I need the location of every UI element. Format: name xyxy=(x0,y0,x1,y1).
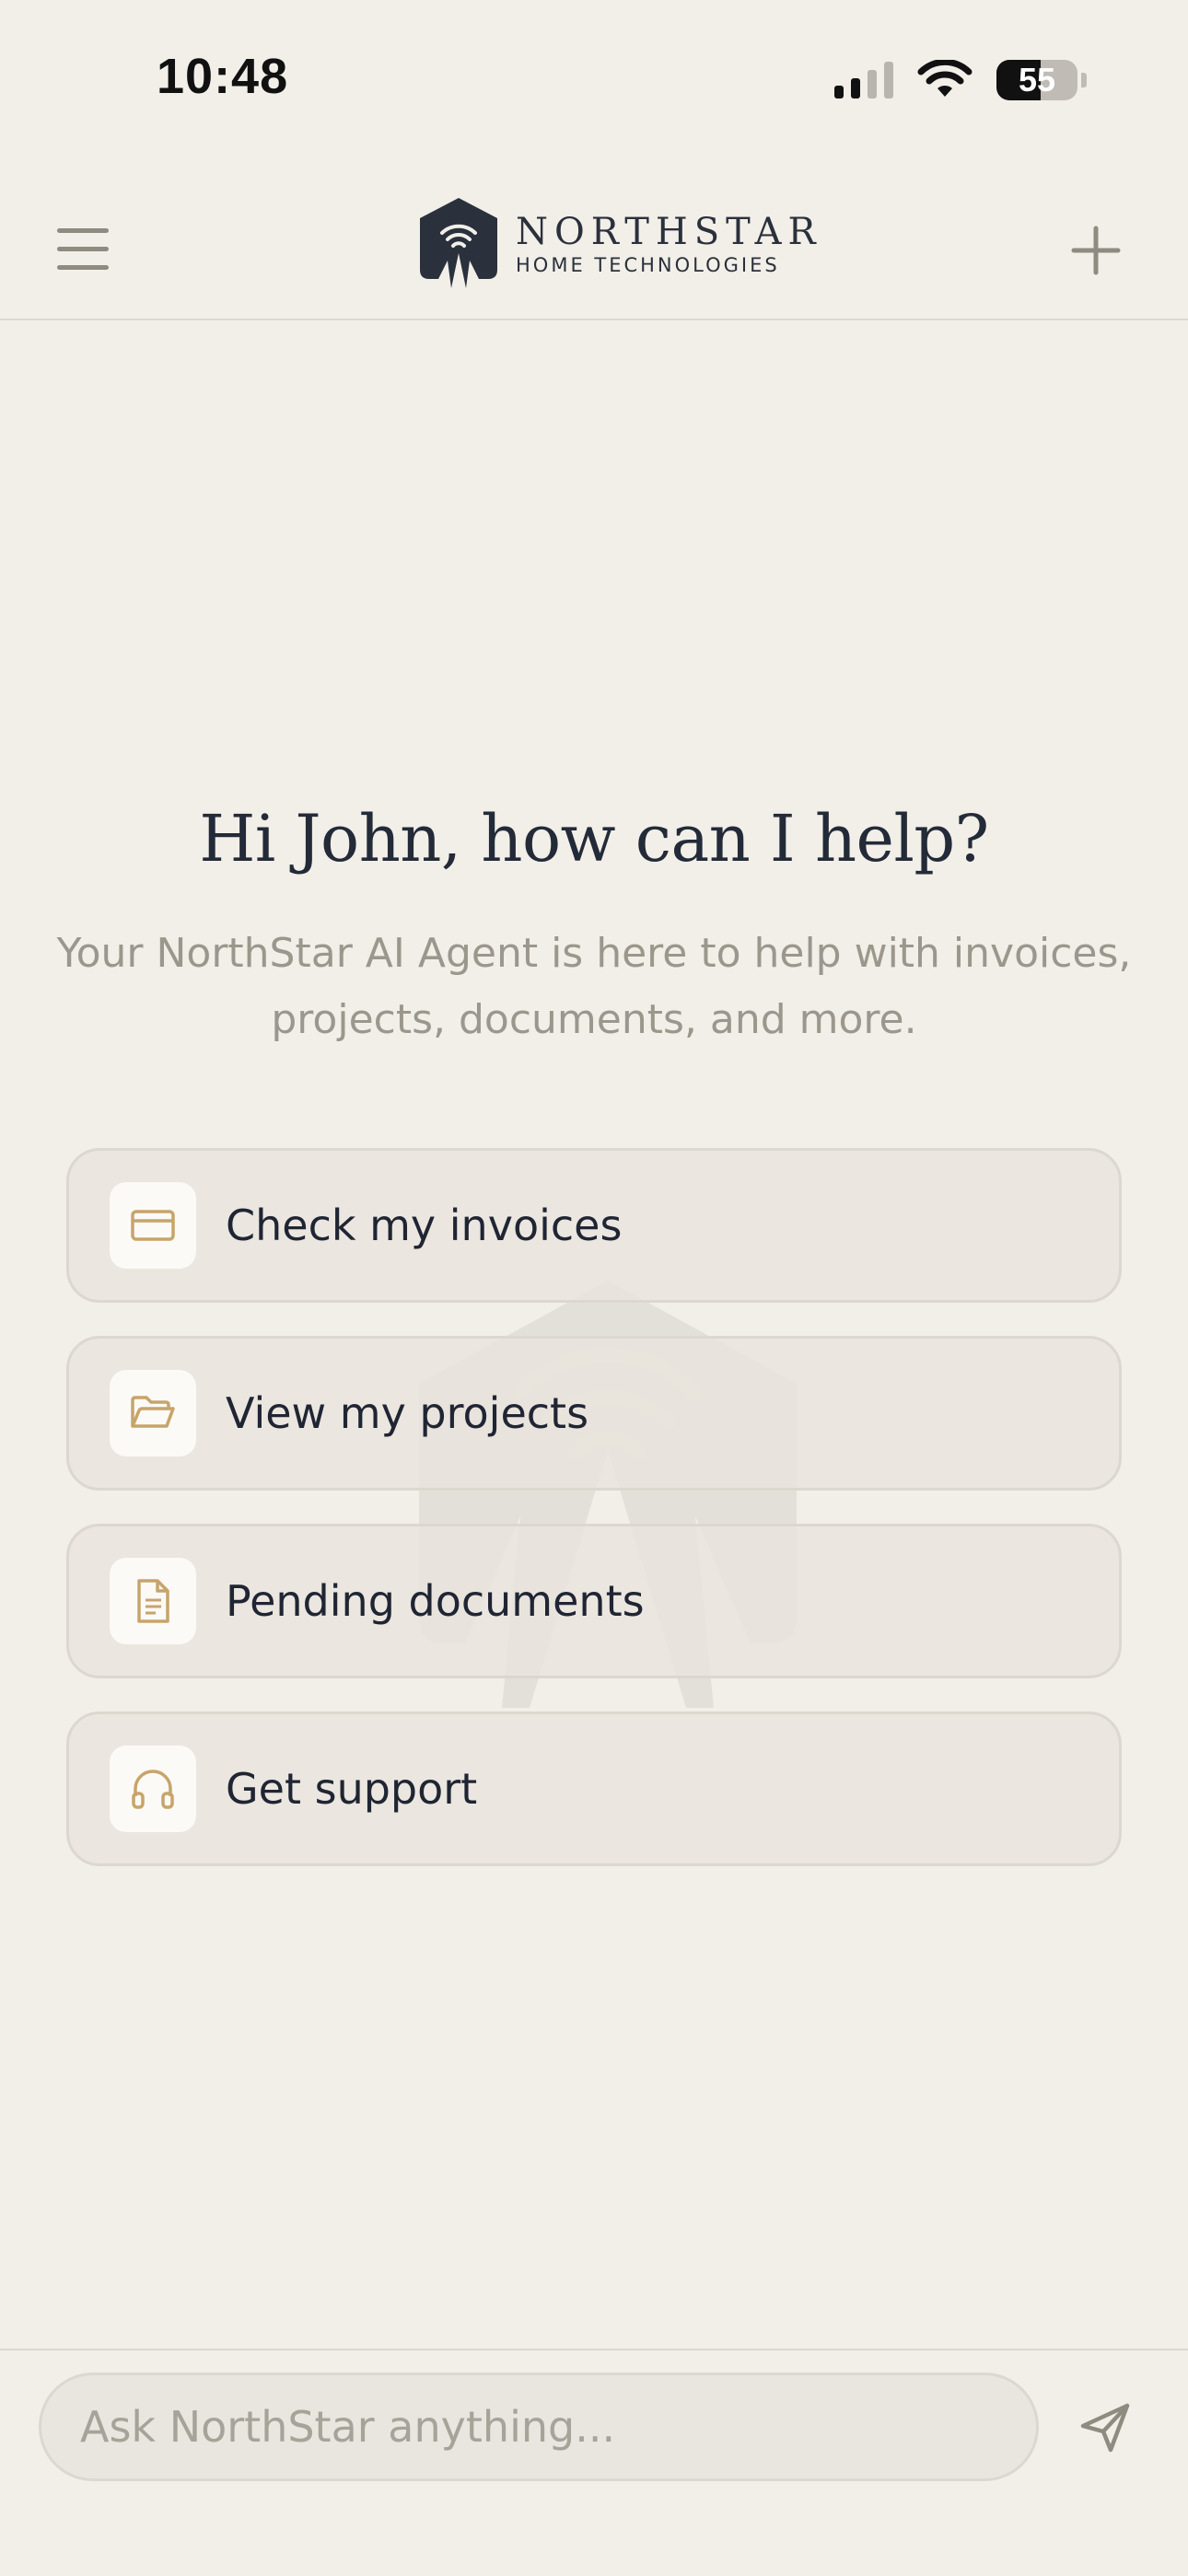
plus-icon[interactable] xyxy=(1059,214,1133,287)
action-label: Pending documents xyxy=(226,1576,645,1626)
folder-open-icon xyxy=(110,1370,196,1456)
greeting-subtitle: Your NorthStar AI Agent is here to help … xyxy=(56,930,1132,1043)
status-time: 10:48 xyxy=(157,49,289,104)
cellular-signal-icon xyxy=(834,62,893,99)
greeting-heading: Hi John, how can I help? xyxy=(199,801,989,876)
hamburger-menu-icon[interactable] xyxy=(46,212,120,285)
status-bar: 10:48 55 xyxy=(0,0,1188,157)
action-label: View my projects xyxy=(226,1388,589,1438)
quick-actions: Check my invoices View my projects Pendi… xyxy=(66,1148,1122,1899)
status-icons: 55 xyxy=(834,57,1087,103)
battery-icon: 55 xyxy=(996,60,1077,100)
app-header: NORTHSTAR HOME TECHNOLOGIES xyxy=(0,166,1188,320)
get-support-button[interactable]: Get support xyxy=(66,1712,1122,1866)
northstar-logo-icon xyxy=(420,198,497,288)
message-composer xyxy=(0,2349,1188,2576)
brand-name: NORTHSTAR xyxy=(516,211,822,253)
brand-tagline: HOME TECHNOLOGIES xyxy=(516,254,780,276)
credit-card-icon xyxy=(110,1182,196,1269)
message-input[interactable] xyxy=(39,2373,1039,2481)
send-icon[interactable] xyxy=(1068,2391,1142,2465)
wifi-icon xyxy=(917,60,973,97)
action-label: Get support xyxy=(226,1764,478,1814)
check-invoices-button[interactable]: Check my invoices xyxy=(66,1148,1122,1303)
document-icon xyxy=(110,1558,196,1644)
brand-logo: NORTHSTAR HOME TECHNOLOGIES xyxy=(414,193,822,295)
action-label: Check my invoices xyxy=(226,1201,623,1250)
view-projects-button[interactable]: View my projects xyxy=(66,1336,1122,1491)
battery-level: 55 xyxy=(1018,61,1056,99)
headphones-icon xyxy=(110,1746,196,1832)
pending-documents-button[interactable]: Pending documents xyxy=(66,1524,1122,1678)
